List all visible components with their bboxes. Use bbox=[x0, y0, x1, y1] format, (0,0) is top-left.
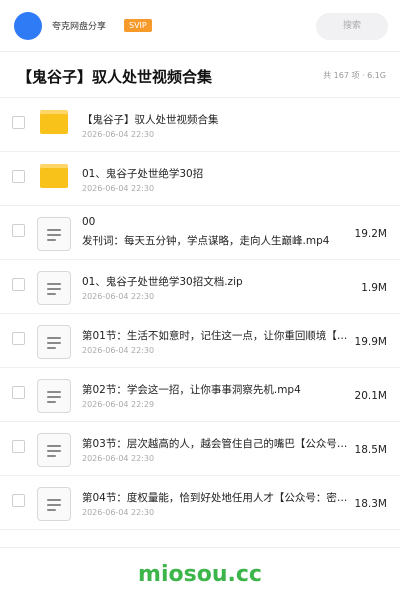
list-item[interactable]: 【鬼谷子】驭人处世视频合集 2026-06-04 22:30 bbox=[0, 98, 400, 152]
file-name: 01、鬼谷子处世绝学30招文档.zip bbox=[82, 276, 243, 288]
file-date: 2026-06-04 22:30 bbox=[82, 454, 155, 463]
select-checkbox[interactable] bbox=[12, 494, 25, 507]
file-date: 2026-06-04 22:30 bbox=[82, 508, 155, 517]
select-checkbox[interactable] bbox=[12, 332, 25, 345]
list-item[interactable]: 01、鬼谷子处世绝学30招 2026-06-04 22:30 bbox=[0, 152, 400, 206]
list-item[interactable]: 第01节：生活不如意时，记住这一点，让你重回顺境【公众号：密搜】.mp4 202… bbox=[0, 314, 400, 368]
file-name: 00 bbox=[82, 216, 96, 228]
search-input[interactable]: 搜索 bbox=[316, 13, 388, 40]
file-name: 01、鬼谷子处世绝学30招 bbox=[82, 168, 204, 180]
file-date: 2026-06-04 22:30 bbox=[82, 184, 155, 193]
file-size: 18.5M bbox=[354, 444, 387, 456]
folder-icon bbox=[40, 110, 68, 134]
app-header: 夸克网盘分享 SVIP 搜索 bbox=[0, 0, 400, 52]
file-list: 【鬼谷子】驭人处世视频合集 2026-06-04 22:30 01、鬼谷子处世绝… bbox=[0, 98, 400, 530]
document-icon bbox=[37, 217, 71, 251]
avatar[interactable] bbox=[14, 12, 42, 40]
file-size: 19.9M bbox=[354, 336, 387, 348]
file-name: 第04节：度权量能，恰到好处地任用人才【公众号：密搜】.mp4 bbox=[82, 492, 354, 504]
document-icon bbox=[37, 379, 71, 413]
select-checkbox[interactable] bbox=[12, 278, 25, 291]
site-name: 夸克网盘分享 bbox=[52, 22, 107, 32]
file-name: 【鬼谷子】驭人处世视频合集 bbox=[82, 114, 219, 126]
site-watermark: miosou.cc bbox=[138, 562, 262, 587]
file-date: 2026-06-04 22:30 bbox=[82, 346, 155, 355]
file-size: 19.2M bbox=[354, 228, 387, 240]
file-name: 第01节：生活不如意时，记住这一点，让你重回顺境【公众号：密搜】.mp4 bbox=[82, 330, 354, 342]
select-checkbox[interactable] bbox=[12, 116, 25, 129]
file-date: 2026-06-04 22:30 bbox=[82, 130, 155, 139]
select-checkbox[interactable] bbox=[12, 440, 25, 453]
file-name-continued: 发刊词：每天五分钟，学点谋略，走向人生巅峰.mp4 bbox=[82, 235, 330, 247]
file-name: 第02节：学会这一招，让你事事洞察先机.mp4 bbox=[82, 384, 301, 396]
folder-title-row: 【鬼谷子】驭人处世视频合集 共 167 项 · 6.1G bbox=[0, 52, 400, 98]
document-icon bbox=[37, 433, 71, 467]
list-item[interactable]: 01、鬼谷子处世绝学30招文档.zip 2026-06-04 22:30 1.9… bbox=[0, 260, 400, 314]
document-icon bbox=[37, 325, 71, 359]
list-item[interactable]: 00 发刊词：每天五分钟，学点谋略，走向人生巅峰.mp4 19.2M bbox=[0, 206, 400, 260]
list-item[interactable]: 第04节：度权量能，恰到好处地任用人才【公众号：密搜】.mp4 2026-06-… bbox=[0, 476, 400, 530]
select-checkbox[interactable] bbox=[12, 224, 25, 237]
folder-meta: 共 167 项 · 6.1G bbox=[323, 71, 386, 80]
document-icon bbox=[37, 487, 71, 521]
file-size: 18.3M bbox=[354, 498, 387, 510]
folder-icon bbox=[40, 164, 68, 188]
document-icon bbox=[37, 271, 71, 305]
footer-divider bbox=[0, 547, 400, 548]
select-checkbox[interactable] bbox=[12, 170, 25, 183]
file-size: 20.1M bbox=[354, 390, 387, 402]
file-date: 2026-06-04 22:29 bbox=[82, 400, 155, 409]
list-item[interactable]: 第03节：层次越高的人，越会管住自己的嘴巴【公众号：密搜】.mp4 2026-0… bbox=[0, 422, 400, 476]
file-name: 第03节：层次越高的人，越会管住自己的嘴巴【公众号：密搜】.mp4 bbox=[82, 438, 354, 450]
file-size: 1.9M bbox=[361, 282, 387, 294]
file-date: 2026-06-04 22:30 bbox=[82, 292, 155, 301]
list-item[interactable]: 第02节：学会这一招，让你事事洞察先机.mp4 2026-06-04 22:29… bbox=[0, 368, 400, 422]
page-title: 【鬼谷子】驭人处世视频合集 bbox=[17, 68, 213, 86]
svip-badge: SVIP bbox=[124, 19, 152, 32]
select-checkbox[interactable] bbox=[12, 386, 25, 399]
